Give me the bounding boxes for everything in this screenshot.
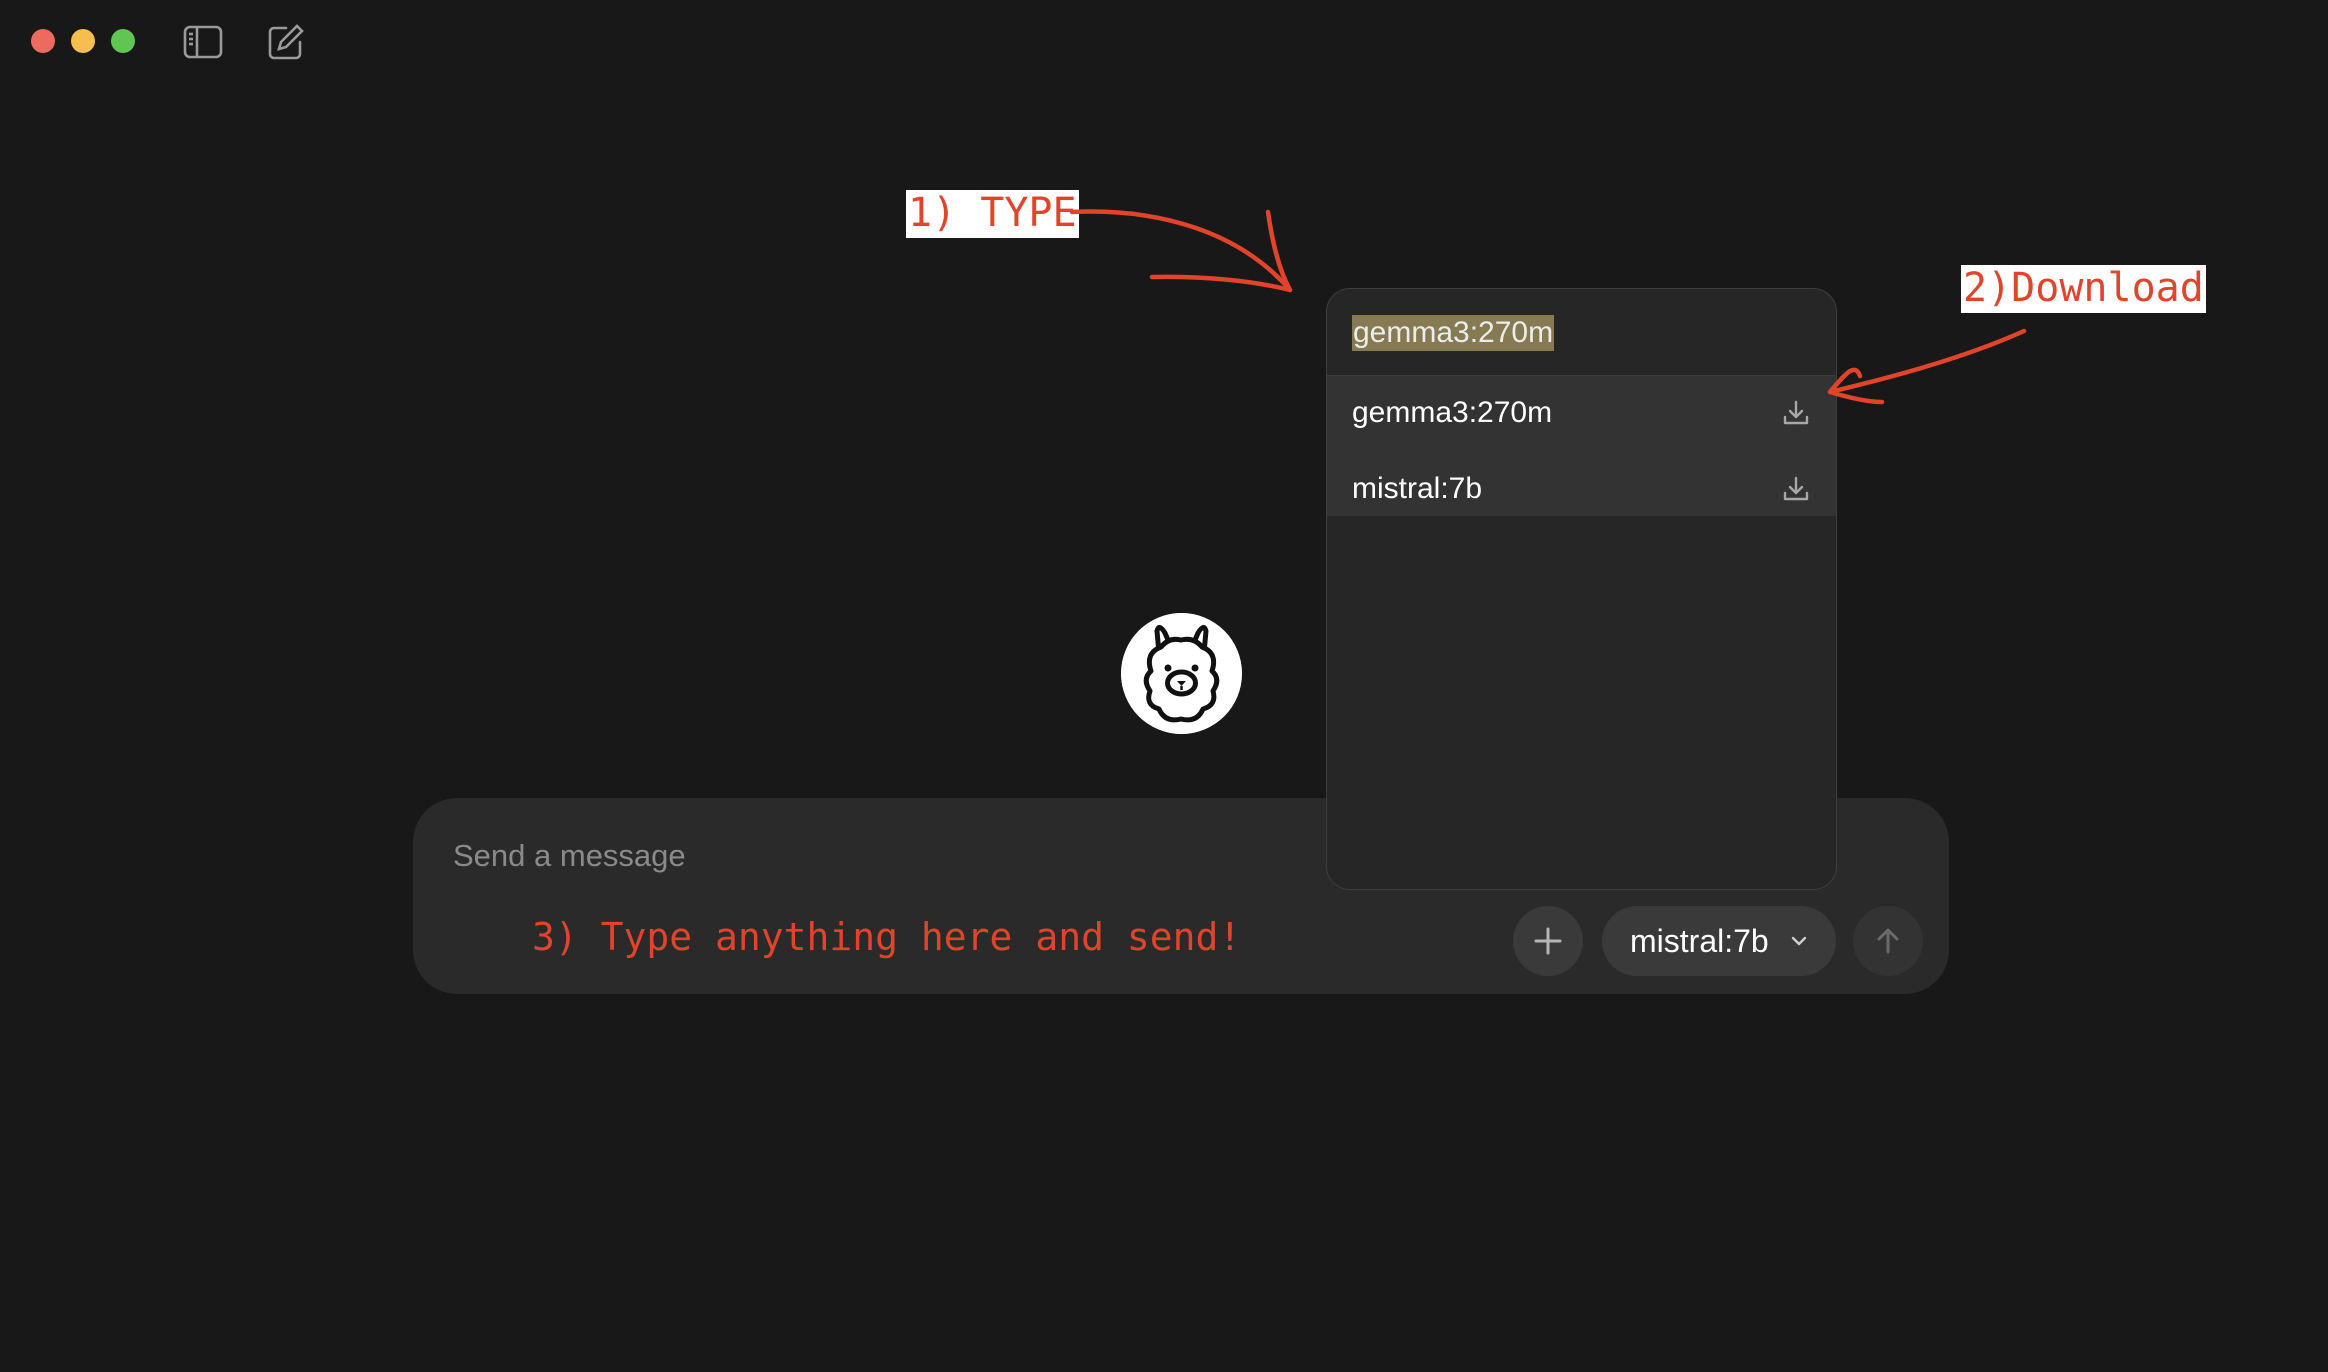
- model-dropdown: gemma3:270m gemma3:270m mistral:7b: [1326, 288, 1837, 890]
- model-option-label: gemma3:270m: [1352, 396, 1553, 429]
- model-search-value: gemma3:270m: [1352, 315, 1555, 351]
- selected-model-label: mistral:7b: [1630, 922, 1769, 959]
- annotation-step-1: 1) TYPE: [906, 190, 1079, 238]
- message-input[interactable]: [453, 834, 1353, 878]
- model-search-field[interactable]: gemma3:270m: [1327, 289, 1836, 376]
- download-icon[interactable]: [1781, 474, 1811, 504]
- arrow-up-icon: [1877, 928, 1899, 954]
- send-button[interactable]: [1853, 906, 1923, 976]
- new-chat-icon[interactable]: [266, 22, 306, 62]
- download-icon[interactable]: [1781, 398, 1811, 428]
- window-minimize-button[interactable]: [71, 29, 95, 53]
- annotation-step-3: 3) Type anything here and send!: [532, 915, 1242, 959]
- add-attachment-button[interactable]: [1513, 906, 1583, 976]
- annotation-arrow-2: [1827, 328, 2027, 395]
- annotation-step-2: 2)Download: [1961, 265, 2206, 313]
- chevron-down-icon: [1791, 936, 1807, 946]
- plus-icon: [1534, 927, 1562, 955]
- model-option-label: mistral:7b: [1352, 472, 1483, 505]
- window-close-button[interactable]: [31, 29, 55, 53]
- sidebar-toggle-icon[interactable]: [183, 22, 223, 62]
- model-selector-button[interactable]: mistral:7b: [1602, 906, 1836, 976]
- annotation-arrow-1: [1069, 209, 1293, 293]
- model-option-gemma3[interactable]: gemma3:270m: [1327, 376, 1836, 452]
- model-list: gemma3:270m mistral:7b: [1327, 376, 1836, 516]
- model-option-mistral[interactable]: mistral:7b: [1327, 452, 1836, 528]
- llama-icon: [1121, 613, 1242, 734]
- llama-logo: [1121, 613, 1242, 734]
- window-maximize-button[interactable]: [111, 29, 135, 53]
